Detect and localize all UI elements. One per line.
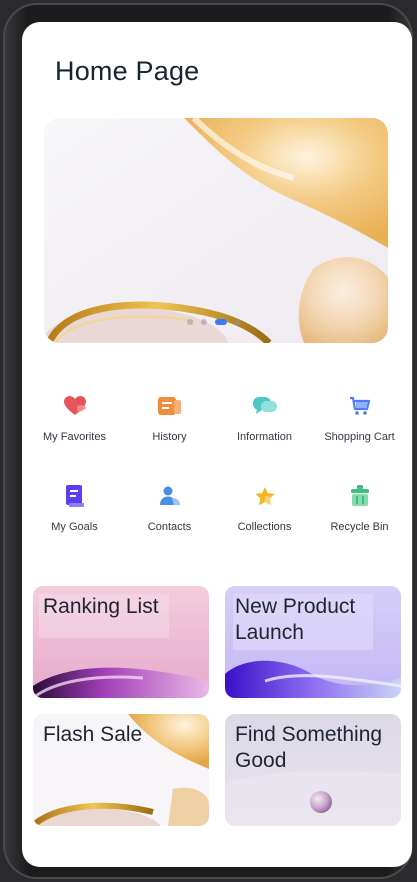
grid-item-label: Recycle Bin (330, 521, 389, 533)
recycle-bin-icon (347, 483, 373, 509)
grid-item-label: History (152, 431, 187, 443)
feature-grid: My Favorites History Information Shoppin… (27, 393, 407, 573)
goals-icon (62, 483, 88, 509)
device-frame: Home Page My Favorites History Informati… (3, 3, 413, 879)
card-ranking-list[interactable]: Ranking List (33, 586, 209, 698)
banner-image (44, 118, 388, 343)
grid-item-label: My Goals (51, 521, 98, 533)
card-title: Ranking List (43, 595, 159, 618)
grid-item-my-goals[interactable]: My Goals (27, 483, 122, 573)
grid-item-label: Information (236, 431, 293, 443)
card-title: New Product Launch (235, 595, 356, 644)
history-icon (157, 393, 183, 419)
card-find-something-good[interactable]: Find Something Good (225, 714, 401, 826)
carousel-dot[interactable] (187, 319, 193, 325)
grid-item-history[interactable]: History (122, 393, 217, 483)
shopping-cart-icon (347, 393, 373, 419)
grid-item-label: Collections (237, 521, 292, 533)
carousel-dot-active[interactable] (215, 319, 227, 325)
grid-item-label: My Favorites (43, 431, 106, 443)
card-new-product-launch[interactable]: New Product Launch (225, 586, 401, 698)
grid-item-shopping-cart[interactable]: Shopping Cart (312, 393, 407, 483)
card-title: Find Something Good (235, 723, 383, 772)
grid-item-label: Shopping Cart (324, 431, 395, 443)
card-flash-sale[interactable]: Flash Sale (33, 714, 209, 826)
star-icon (252, 483, 278, 509)
app-screen: Home Page My Favorites History Informati… (22, 22, 412, 867)
grid-item-label: Contacts (147, 521, 192, 533)
card-title: Flash Sale (43, 723, 143, 746)
grid-item-information[interactable]: Information (217, 393, 312, 483)
message-icon (252, 393, 278, 419)
page-title: Home Page (55, 56, 200, 86)
carousel-indicator[interactable] (187, 319, 241, 325)
heart-icon (62, 393, 88, 419)
contacts-icon (157, 483, 183, 509)
carousel-dot[interactable] (201, 319, 207, 325)
grid-item-collections[interactable]: Collections (217, 483, 312, 573)
grid-item-recycle-bin[interactable]: Recycle Bin (312, 483, 407, 573)
carousel-dot[interactable] (235, 319, 241, 325)
grid-item-contacts[interactable]: Contacts (122, 483, 217, 573)
grid-item-my-favorites[interactable]: My Favorites (27, 393, 122, 483)
banner-carousel[interactable] (44, 118, 388, 343)
